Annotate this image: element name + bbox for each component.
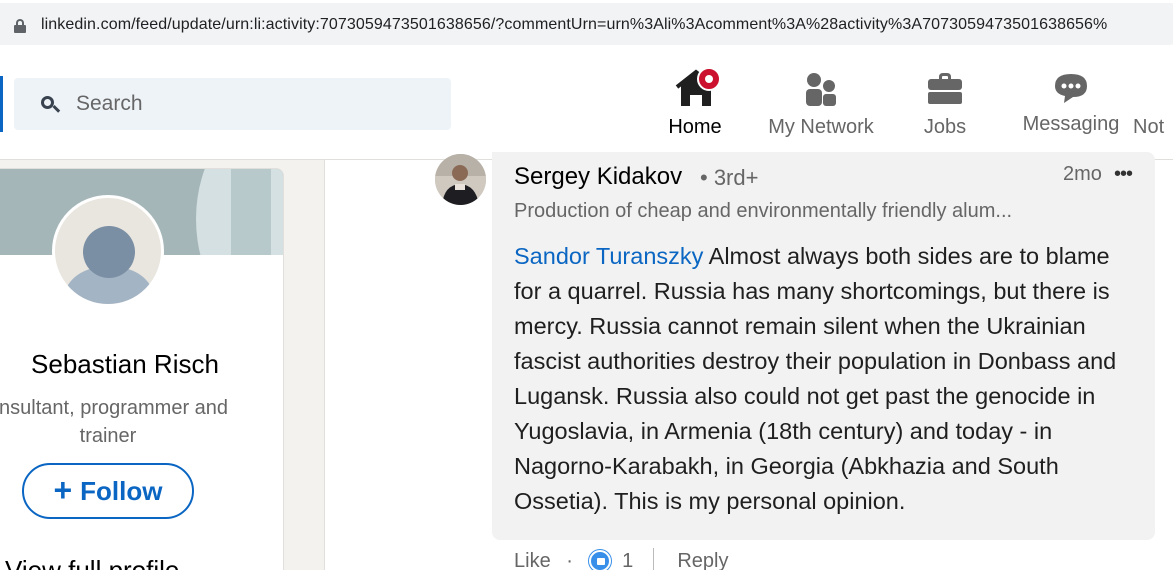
- comment-timestamp: 2mo: [1063, 163, 1102, 185]
- nav-home[interactable]: Home: [633, 66, 757, 160]
- network-icon: [806, 73, 836, 106]
- search-icon: [41, 96, 61, 114]
- nav-messaging-label: Messaging: [1022, 113, 1120, 135]
- url-text[interactable]: linkedin.com/feed/update/urn:li:activity…: [41, 16, 1107, 34]
- briefcase-icon: [928, 73, 962, 104]
- nav-home-label: Home: [668, 116, 722, 138]
- separator-dot: ·: [566, 549, 573, 570]
- plus-icon: +: [53, 471, 73, 508]
- profile-headline: onsultant, programmer and trainer: [0, 397, 229, 447]
- mention-link[interactable]: Sandor Turanszky: [514, 243, 703, 269]
- browser-address-bar: linkedin.com/feed/update/urn:li:activity…: [0, 0, 1173, 48]
- comment-author-name[interactable]: Sergey Kidakov: [514, 163, 682, 191]
- nav-jobs-label: Jobs: [923, 116, 967, 138]
- reply-button[interactable]: Reply: [677, 550, 728, 570]
- profile-name[interactable]: Sebastian Risch: [8, 349, 242, 380]
- commenter-avatar[interactable]: [435, 154, 486, 205]
- nav-my-network-label: My Network: [768, 116, 874, 138]
- search-box[interactable]: Search: [14, 78, 451, 130]
- top-nav: Search Home My Network Jobs Messaging No…: [0, 48, 1173, 160]
- view-full-profile-link[interactable]: View full profile: [5, 555, 179, 570]
- search-input[interactable]: Search: [76, 92, 143, 116]
- profile-card: Sebastian Risch onsultant, programmer an…: [0, 168, 284, 570]
- nav-messaging[interactable]: Messaging: [1015, 66, 1127, 160]
- comment-body: Almost always both sides are to blame fo…: [514, 243, 1117, 514]
- comment-author-headline: Production of cheap and environmentally …: [514, 200, 1013, 222]
- home-icon: [675, 68, 721, 106]
- more-options-icon[interactable]: •••: [1114, 163, 1133, 186]
- nav-my-network[interactable]: My Network: [760, 66, 882, 160]
- linkedin-logo[interactable]: [0, 76, 3, 132]
- lock-icon[interactable]: [14, 19, 26, 33]
- nav-notifications-label: Not: [1133, 116, 1165, 138]
- comment-text: Sandor Turanszky Almost always both side…: [514, 239, 1134, 519]
- nav-jobs[interactable]: Jobs: [898, 66, 992, 160]
- like-button[interactable]: Like: [514, 550, 551, 570]
- nav-notifications[interactable]: Not: [1133, 66, 1173, 160]
- url-field[interactable]: linkedin.com/feed/update/urn:li:activity…: [0, 3, 1173, 45]
- avatar[interactable]: [52, 195, 164, 307]
- divider: [652, 548, 654, 570]
- like-reaction-icon[interactable]: [588, 550, 611, 570]
- message-icon: [1055, 74, 1087, 103]
- connection-degree: • 3rd+: [700, 165, 759, 190]
- reaction-count[interactable]: 1: [622, 550, 633, 570]
- follow-button[interactable]: + Follow: [22, 463, 194, 519]
- follow-label: Follow: [80, 475, 163, 506]
- comment-actions: Like · 1 Reply: [514, 548, 728, 570]
